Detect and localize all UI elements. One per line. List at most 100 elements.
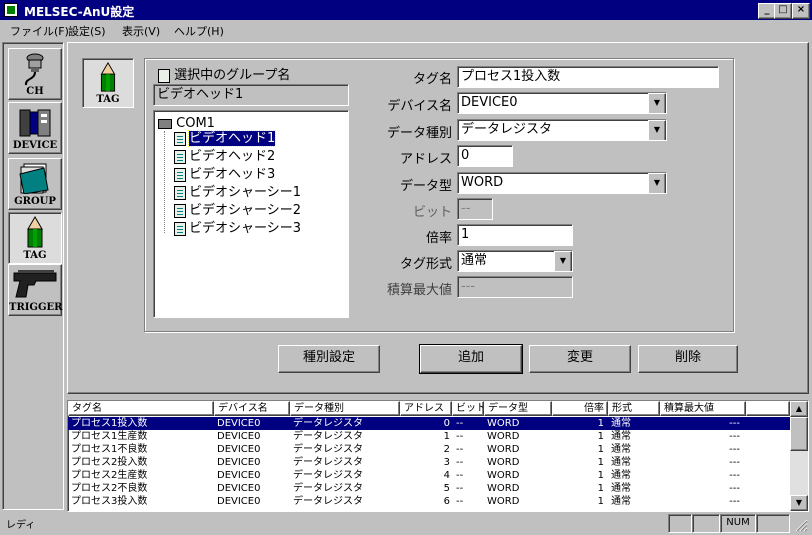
kind-setting-button[interactable]: 種別設定	[278, 345, 380, 373]
table-row[interactable]: プロセス2不良数 DEVICE0 データレジスタ 5 -- WORD 1 通常 ---	[68, 482, 790, 495]
table-cell: プロセス2生産数	[71, 470, 148, 481]
window-title: MELSEC-AnU設定	[24, 5, 135, 19]
table-cell: ---	[729, 496, 740, 507]
device-select-value: DEVICE0	[461, 95, 518, 110]
table-cell: DEVICE0	[217, 457, 261, 468]
tag-list[interactable]: タグ名 デバイス名 データ種別 アドレス ビット データ型 倍率 形式 積算最大…	[67, 400, 809, 512]
chevron-down-icon[interactable]: ▼	[554, 251, 572, 271]
table-cell: ---	[729, 457, 740, 468]
table-row[interactable]: プロセス1投入数 DEVICE0 データレジスタ 0 -- WORD 1 通常 ---	[68, 417, 790, 430]
column-header[interactable]: アドレス	[400, 401, 452, 416]
table-row[interactable]: プロセス2生産数 DEVICE0 データレジスタ 4 -- WORD 1 通常 ---	[68, 469, 790, 482]
table-cell: --	[456, 457, 464, 468]
group-icon	[174, 149, 186, 164]
tree-item[interactable]: ビデオヘッド1	[174, 130, 277, 147]
table-row[interactable]: プロセス2投入数 DEVICE0 データレジスタ 3 -- WORD 1 通常 ---	[68, 456, 790, 469]
table-row[interactable]: プロセス1不良数 DEVICE0 データレジスタ 2 -- WORD 1 通常 ---	[68, 443, 790, 456]
menu-file[interactable]: ファイル(F)	[10, 23, 69, 39]
delete-button[interactable]: 削除	[638, 345, 738, 373]
vertical-scrollbar[interactable]: ▲ ▼	[790, 401, 808, 511]
toolbar-ch-button[interactable]: CH	[8, 48, 62, 100]
column-header[interactable]: 倍率	[552, 401, 608, 416]
data-type-label: データ型	[399, 179, 452, 194]
menu-settings[interactable]: 設定(S)	[68, 23, 106, 39]
max-value-input: ---	[457, 276, 573, 298]
address-input[interactable]: 0	[457, 145, 513, 167]
pencil-icon	[27, 216, 43, 248]
tag-list-header: タグ名 デバイス名 データ種別 アドレス ビット データ型 倍率 形式 積算最大…	[68, 401, 790, 416]
menu-view[interactable]: 表示(V)	[122, 23, 160, 39]
status-text: レディ	[6, 520, 36, 531]
pistol-icon	[13, 270, 57, 298]
chevron-down-icon[interactable]: ▼	[648, 173, 666, 193]
title-bar[interactable]: MELSEC-AnU設定 _ □ ×	[0, 0, 812, 20]
change-button[interactable]: 変更	[529, 345, 631, 373]
data-type-select[interactable]: WORD ▼	[457, 172, 667, 194]
chevron-down-icon[interactable]: ▼	[648, 93, 666, 113]
tree-item[interactable]: ビデオヘッド3	[174, 166, 275, 183]
toolbar-group-button[interactable]: GROUP	[8, 158, 62, 210]
table-cell: WORD	[487, 457, 520, 468]
column-header[interactable]: タグ名	[68, 401, 214, 416]
table-cell: WORD	[487, 470, 520, 481]
scroll-thumb[interactable]	[790, 417, 808, 451]
add-button[interactable]: 追加	[419, 344, 523, 374]
toolbar-trigger-button[interactable]: TRIGGER	[8, 264, 62, 316]
table-cell: プロセス2不良数	[71, 483, 148, 494]
chevron-down-icon[interactable]: ▼	[648, 120, 666, 140]
toolbar-tag-button[interactable]: TAG	[8, 212, 62, 264]
scroll-down-button[interactable]: ▼	[790, 495, 808, 511]
table-cell: プロセス2投入数	[71, 457, 148, 468]
column-header[interactable]: 形式	[608, 401, 660, 416]
table-cell: 通常	[611, 444, 631, 455]
table-cell: WORD	[487, 496, 520, 507]
column-header[interactable]: デバイス名	[214, 401, 290, 416]
tree-item[interactable]: ビデオヘッド2	[174, 148, 275, 165]
device-label: デバイス名	[387, 99, 452, 114]
data-kind-select[interactable]: データレジスタ ▼	[457, 119, 667, 141]
column-header[interactable]: データ型	[484, 401, 552, 416]
table-cell: 2	[443, 444, 450, 455]
group-header: 選択中のグループ名	[158, 64, 290, 83]
device-select[interactable]: DEVICE0 ▼	[457, 92, 667, 114]
size-grip[interactable]	[792, 516, 808, 532]
table-row[interactable]: プロセス1生産数 DEVICE0 データレジスタ 1 -- WORD 1 通常 ---	[68, 430, 790, 443]
tree-item[interactable]: ビデオシャーシー1	[174, 184, 301, 201]
table-cell: 通常	[611, 483, 631, 494]
scale-input[interactable]: 1	[457, 224, 573, 246]
status-pane-1	[668, 514, 692, 533]
table-cell: ---	[729, 431, 740, 442]
tag-format-label: タグ形式	[399, 257, 452, 272]
group-tree[interactable]: COM1 ビデオヘッド1 ビデオヘッド2 ビデオヘッド3 ビデオシャーシー1 ビ…	[153, 110, 349, 318]
table-cell: 5	[443, 483, 450, 494]
table-cell: 通常	[611, 470, 631, 481]
table-cell: 1	[597, 418, 604, 429]
table-cell: DEVICE0	[217, 470, 261, 481]
scroll-up-button[interactable]: ▲	[790, 401, 808, 417]
table-cell: データレジスタ	[293, 457, 363, 468]
tag-format-select[interactable]: 通常 ▼	[457, 250, 573, 272]
toolbar-tag-label: TAG	[23, 250, 47, 261]
column-header[interactable]: ビット	[452, 401, 484, 416]
toolbar-device-button[interactable]: DEVICE	[8, 102, 62, 154]
table-cell: DEVICE0	[217, 444, 261, 455]
table-cell: データレジスタ	[293, 431, 363, 442]
tag-format-select-value: 通常	[461, 253, 488, 268]
column-header[interactable]: 積算最大値	[660, 401, 746, 416]
tree-item[interactable]: ビデオシャーシー3	[174, 220, 301, 237]
port-icon	[158, 118, 172, 129]
table-cell: --	[456, 496, 464, 507]
table-cell: DEVICE0	[217, 483, 261, 494]
table-cell: 1	[597, 496, 604, 507]
column-header[interactable]: データ種別	[290, 401, 400, 416]
tag-name-input[interactable]: プロセス1投入数	[457, 66, 719, 88]
maximize-button[interactable]: □	[774, 3, 792, 19]
tree-item[interactable]: ビデオシャーシー2	[174, 202, 301, 219]
table-row[interactable]: プロセス3投入数 DEVICE0 データレジスタ 6 -- WORD 1 通常 ---	[68, 495, 790, 508]
close-button[interactable]: ×	[792, 3, 810, 19]
app-icon[interactable]	[4, 3, 18, 17]
tree-root-label: COM1	[176, 116, 215, 131]
table-cell: --	[456, 418, 464, 429]
toolbar-device-label: DEVICE	[12, 140, 58, 151]
menu-help[interactable]: ヘルプ(H)	[174, 23, 224, 39]
